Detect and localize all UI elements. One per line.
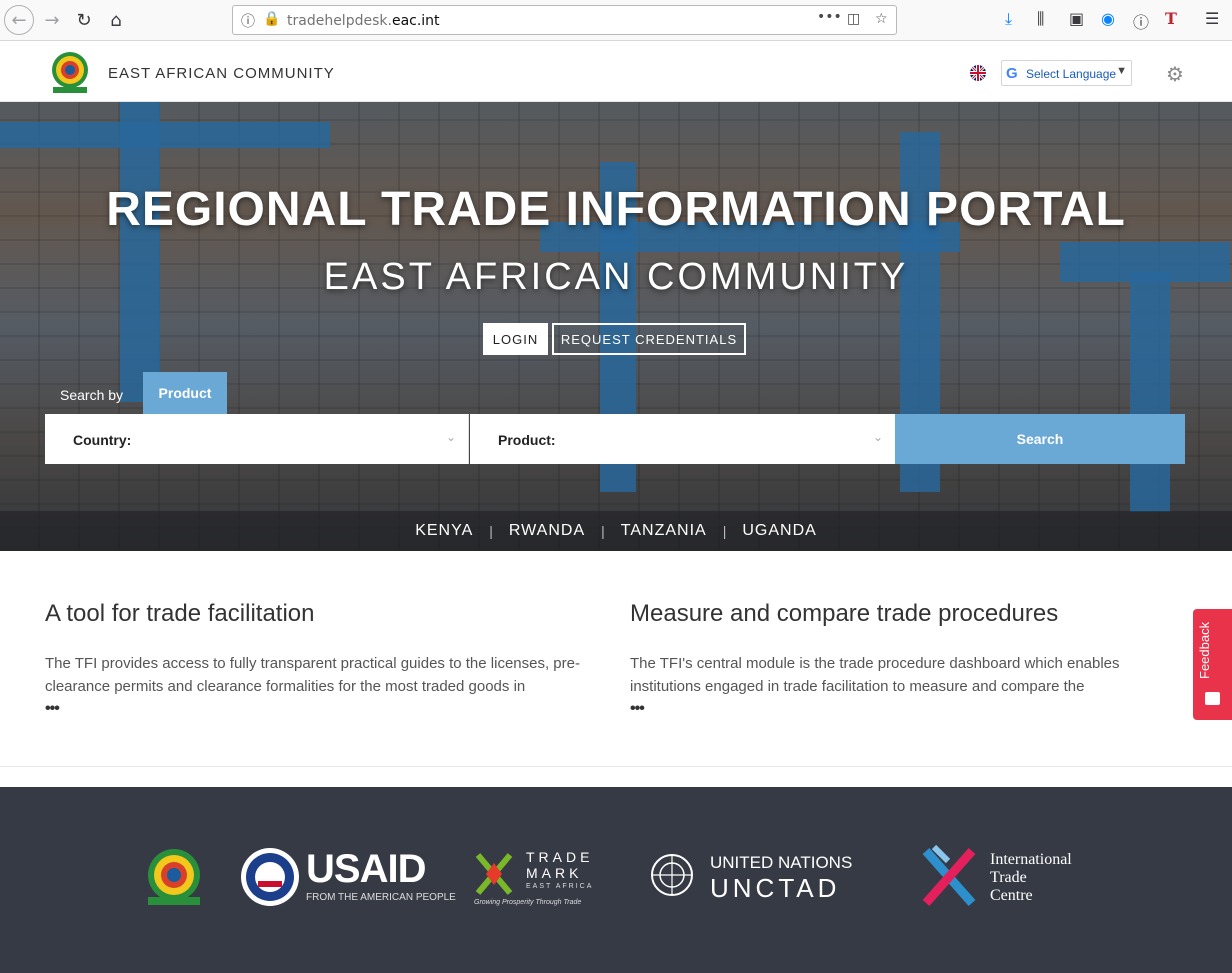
back-button[interactable]: ← [4,5,34,35]
itc-wordmark: International Trade Centre [990,851,1072,904]
home-button[interactable]: ⌂ [102,6,130,34]
product-select[interactable]: Product: ⌄ [470,414,895,464]
trade-facilitation-section: A tool for trade facilitation The TFI pr… [45,600,590,717]
usaid-tagline: FROM THE AMERICAN PEOPLE [306,892,456,903]
site-header: EAST AFRICAN COMMUNITY G Select Language… [0,41,1232,102]
url-text[interactable]: tradehelpdesk.eac.int [287,13,440,29]
chevron-down-icon: ⌄ [872,430,883,444]
download-icon[interactable]: ⤓ [1005,9,1012,29]
site-title[interactable]: EAST AFRICAN COMMUNITY [108,65,335,82]
menu-icon[interactable]: ☰ [1205,9,1219,28]
trademark-x-icon [475,853,513,895]
feedback-label: Feedback [1197,621,1212,679]
bookmark-star-icon[interactable]: ☆ [875,11,888,27]
hero-subtitle: EAST AFRICAN COMMUNITY [323,256,909,298]
itc-emblem-icon [922,844,976,906]
extension-icon[interactable]: ◉ [1101,9,1115,28]
google-icon: G [1006,65,1018,82]
chevron-down-icon: ▼ [1116,65,1127,77]
trademark-east-africa-logo[interactable]: TRADE MARK EAST AFRICA Growing Prosperit… [474,847,594,909]
country-link-rwanda[interactable]: RWANDA [493,522,601,540]
search-by-label: Search by [60,387,124,403]
country-link-tanzania[interactable]: TANZANIA [605,522,723,540]
browser-toolbar: ← → ↻ ⌂ ⓘ 🔒 tradehelpdesk.eac.int ••• ◫ … [0,0,1232,41]
product-label: Product: [498,432,556,448]
sidebar-icon[interactable]: ▣ [1069,9,1084,28]
search-button[interactable]: Search [895,414,1185,464]
chevron-down-icon: ⌄ [445,430,456,444]
request-credentials-button[interactable]: REQUEST CREDENTIALS [552,323,746,355]
library-icon[interactable]: ⫼ [1037,9,1044,29]
country-link-uganda[interactable]: UGANDA [726,522,832,540]
section-heading: A tool for trade facilitation [45,600,315,627]
page-actions-icon[interactable]: ••• [817,9,842,25]
language-select[interactable]: G Select Language ▼ [1001,60,1132,86]
unctad-logo[interactable]: UNITED NATIONS UNCTAD [646,851,856,903]
hero-banner: REGIONAL TRADE INFORMATION PORTAL EAST A… [0,102,1232,551]
t-extension-icon[interactable]: T [1165,9,1177,28]
section-text: The TFI's central module is the trade pr… [630,655,1120,695]
hero-title: REGIONAL TRADE INFORMATION PORTAL [106,183,1126,236]
un-label: UNITED NATIONS [710,853,853,872]
section-text: The TFI provides access to fully transpa… [45,655,580,695]
pocket-icon[interactable]: ◫ [847,11,860,27]
eac-logo[interactable] [45,49,95,95]
gear-icon[interactable]: ⚙ [1166,62,1184,86]
trademark-wordmark: TRADE MARK [526,849,594,881]
trade-procedures-section: Measure and compare trade procedures The… [630,600,1175,717]
insecure-lock-icon[interactable]: 🔒 [263,11,280,27]
read-more-button[interactable]: ••• [45,700,60,718]
country-label: Country: [73,432,132,448]
read-more-button[interactable]: ••• [630,700,645,718]
forward-button[interactable]: → [38,6,66,34]
url-bar[interactable]: ⓘ 🔒 tradehelpdesk.eac.int ••• ◫ ☆ [232,5,897,35]
info-icon[interactable]: ⓘ [241,11,255,31]
un-emblem-icon [651,854,693,896]
uk-flag-icon[interactable] [970,65,986,81]
language-select-label: Select Language [1026,67,1117,81]
reload-button[interactable]: ↻ [70,6,98,34]
country-select[interactable]: Country: ⌄ [45,414,469,464]
unctad-label: UNCTAD [710,873,841,903]
usaid-seal-icon [241,848,299,906]
privacy-icon[interactable]: ⓘ [1133,9,1149,33]
country-nav: KENYA | RWANDA | TANZANIA | UGANDA [0,511,1232,551]
eac-footer-logo[interactable] [142,847,206,907]
trademark-region: EAST AFRICA [526,883,594,890]
tab-product[interactable]: Product [143,372,227,414]
divider [0,766,1232,767]
footer: USAID FROM THE AMERICAN PEOPLE TRADE MAR… [0,787,1232,973]
usaid-wordmark: USAID [306,847,426,891]
section-heading: Measure and compare trade procedures [630,600,1059,627]
country-link-kenya[interactable]: KENYA [399,522,489,540]
login-button[interactable]: LOGIN [483,323,548,355]
itc-logo[interactable]: International Trade Centre [918,843,1088,913]
usaid-logo[interactable]: USAID FROM THE AMERICAN PEOPLE [240,847,456,907]
feedback-icon [1205,692,1220,705]
feedback-button[interactable]: Feedback [1193,609,1232,720]
trademark-tagline: Growing Prosperity Through Trade [474,899,582,906]
